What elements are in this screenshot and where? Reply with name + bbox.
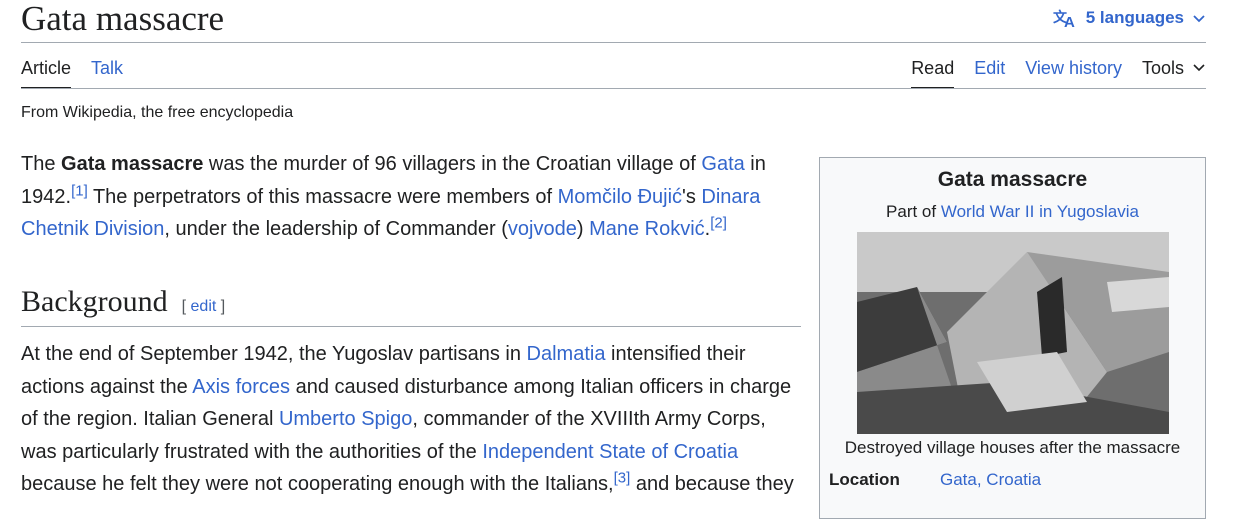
site-tagline: From Wikipedia, the free encyclopedia [21, 104, 294, 121]
chevron-down-icon [1192, 11, 1206, 25]
text: and because they [630, 473, 794, 495]
tabs-divider [21, 88, 1206, 89]
text: 's [682, 185, 702, 208]
svg-text:A: A [1064, 14, 1075, 28]
link-vojvode[interactable]: vojvode [508, 218, 577, 240]
languages-label: 5 languages [1085, 8, 1184, 27]
page-title: Gata massacre [21, 0, 225, 38]
tab-talk[interactable]: Talk [91, 57, 123, 87]
infobox-image[interactable] [857, 232, 1169, 434]
reference-1[interactable]: [1] [71, 182, 88, 199]
namespace-tabs: Article Talk [21, 57, 123, 89]
text: At the end of September 1942, the Yugosl… [21, 343, 527, 365]
link-momcilo-djujic[interactable]: Momčilo Đujić [558, 186, 682, 208]
tab-read[interactable]: Read [911, 57, 955, 89]
infobox-caption: Destroyed village houses after the massa… [844, 438, 1181, 457]
languages-button[interactable]: 文 A 5 languages [1052, 6, 1206, 30]
infobox: Gata massacre Part of World War II in Yu… [819, 157, 1206, 519]
section-edit-link[interactable]: edit [191, 298, 217, 315]
destroyed-houses-photo [857, 232, 1169, 434]
text: The [21, 153, 62, 175]
tab-view-history[interactable]: View history [1025, 57, 1122, 87]
reference-3[interactable]: [3] [614, 469, 631, 486]
infobox-location-label: Location [829, 470, 900, 489]
link-mane-rokvic[interactable]: Mane Rokvić [589, 218, 705, 240]
link-axis-forces[interactable]: Axis forces [192, 376, 290, 398]
infobox-location-value: Gata, Croatia [940, 470, 1041, 490]
infobox-part-of: Part of World War II in Yugoslavia [820, 202, 1205, 222]
section-title: Background [21, 285, 168, 318]
section-heading-background: Background [ edit ] [21, 284, 801, 327]
view-tabs: Read Edit View history Tools [911, 57, 1206, 89]
translate-icon: 文 A [1052, 8, 1078, 28]
text: was the murder of 96 villagers in the Cr… [203, 153, 702, 175]
link-dalmatia[interactable]: Dalmatia [527, 343, 606, 365]
chevron-down-icon [1192, 57, 1206, 79]
text: ) [576, 218, 590, 240]
link-umberto-spigo[interactable]: Umberto Spigo [279, 408, 412, 430]
background-paragraph: At the end of September 1942, the Yugosl… [21, 338, 801, 501]
infobox-title: Gata massacre [937, 168, 1088, 191]
link-world-war-ii-in-yugoslavia[interactable]: World War II in Yugoslavia [941, 202, 1139, 221]
tools-menu-button[interactable]: Tools [1142, 57, 1206, 87]
text: The perpetrators of this massacre were m… [87, 185, 558, 208]
title-divider [21, 42, 1206, 43]
text: , under the leadership of Commander ( [164, 218, 508, 240]
tab-edit[interactable]: Edit [974, 57, 1005, 87]
text: because he felt they were not cooperatin… [21, 473, 614, 495]
article-subject-bold: Gata massacre [61, 153, 204, 175]
link-independent-state-of-croatia[interactable]: Independent State of Croatia [482, 441, 738, 463]
section-edit: [ edit ] [182, 298, 226, 315]
intro-paragraph: The Gata massacre was the murder of 96 v… [21, 148, 801, 246]
tools-label: Tools [1141, 58, 1184, 78]
reference-2[interactable]: [2] [710, 214, 727, 231]
bracket: ] [216, 297, 226, 315]
link-gata-croatia[interactable]: Gata, Croatia [940, 470, 1041, 489]
tab-article[interactable]: Article [21, 57, 72, 89]
link-gata[interactable]: Gata [701, 153, 744, 175]
bracket: [ [181, 297, 191, 315]
text: Part of [886, 202, 941, 221]
